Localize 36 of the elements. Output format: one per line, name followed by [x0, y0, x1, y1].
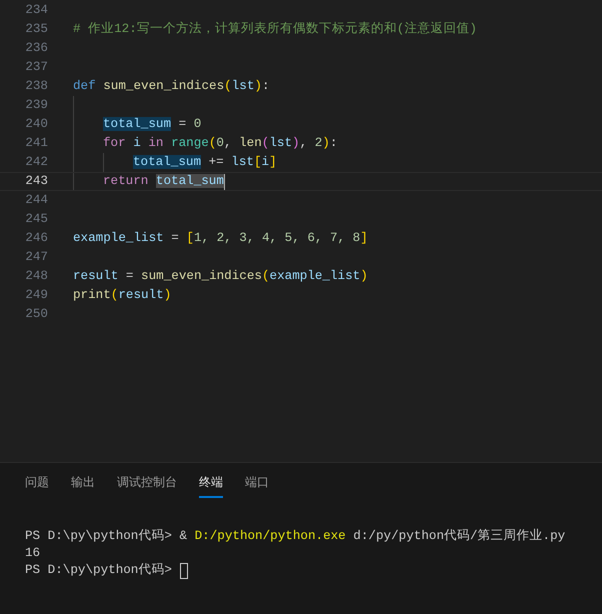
terminal-cursor: [180, 562, 188, 578]
panel-tab[interactable]: 端口: [245, 473, 269, 498]
line-number: 236: [24, 40, 48, 58]
line-number: 243: [24, 173, 48, 190]
panel-tab[interactable]: 输出: [71, 473, 95, 498]
line-number: 234: [24, 2, 48, 20]
panel-tab[interactable]: 终端: [199, 473, 223, 498]
code-line: return total_sum: [103, 173, 224, 190]
line-number: 235: [24, 21, 48, 38]
line-number: 249: [24, 287, 48, 304]
text-cursor: [224, 174, 226, 190]
terminal-line: PS D:\py\python代码>: [25, 562, 172, 580]
line-number: 242: [24, 154, 48, 172]
line-number: 246: [24, 230, 48, 248]
panel-tab[interactable]: 问题: [25, 473, 49, 498]
line-number: 241: [24, 135, 48, 152]
line-number: 238: [24, 78, 48, 96]
terminal-line: PS D:\py\python代码> & D:/python/python.exe d:/py/python代码/第三周作业.py: [25, 528, 566, 546]
code-line: total_sum = 0: [103, 116, 202, 134]
code-line: total_sum += lst[i]: [133, 154, 277, 172]
terminal-line: 16: [25, 545, 40, 562]
line-number: 248: [24, 268, 48, 286]
line-number: 237: [24, 59, 48, 76]
code-line: def sum_even_indices(lst):: [73, 78, 270, 96]
line-number: 247: [24, 249, 48, 266]
code-line: print(result): [73, 287, 172, 304]
line-number: 244: [24, 192, 48, 210]
line-number: 245: [24, 211, 48, 228]
line-number: 239: [24, 97, 48, 114]
panel-tab[interactable]: 调试控制台: [117, 473, 177, 498]
line-number: 240: [24, 116, 48, 134]
code-line: # 作业12:写一个方法，计算列表所有偶数下标元素的和(注意返回值): [73, 20, 477, 38]
code-line: result = sum_even_indices(example_list): [73, 268, 368, 286]
code-line: example_list = [1, 2, 3, 4, 5, 6, 7, 8]: [73, 230, 368, 248]
code-line: for i in range(0, len(lst), 2):: [103, 135, 338, 152]
line-number: 250: [24, 306, 48, 324]
